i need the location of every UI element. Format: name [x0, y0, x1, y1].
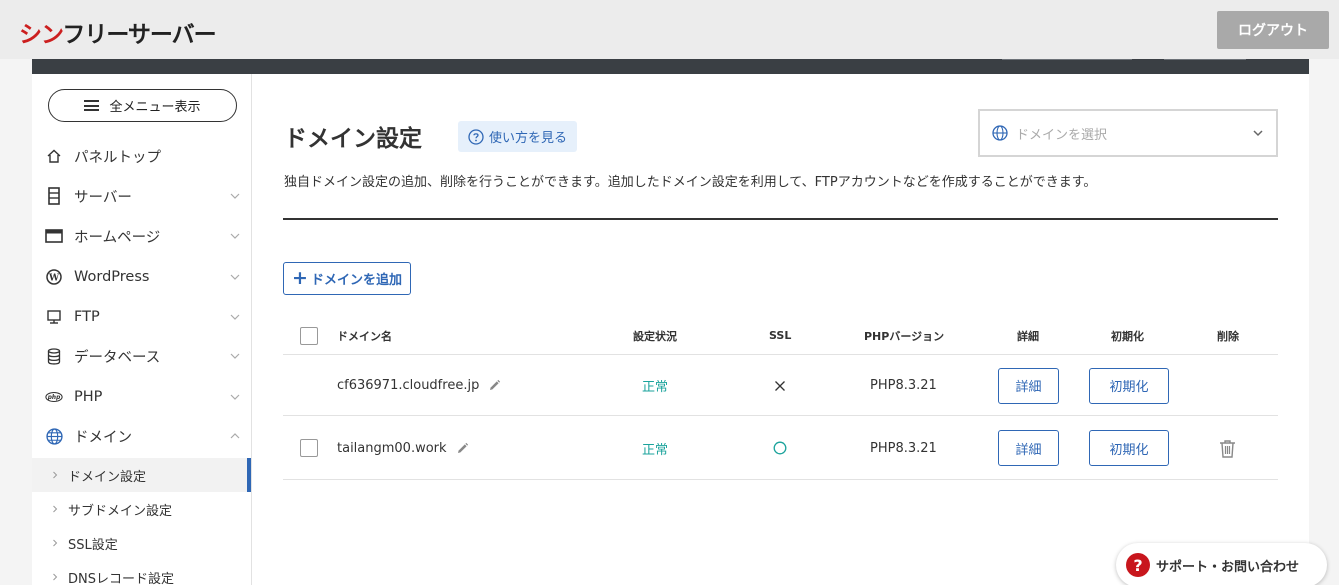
chevron-down-icon — [230, 274, 240, 280]
home-icon — [45, 147, 63, 165]
table-row: cf636971.cloudfree.jp 正常 PHP8.3.21 詳細 初期… — [283, 356, 1278, 416]
detail-button[interactable]: 詳細 — [998, 430, 1059, 466]
svg-text:W: W — [48, 274, 60, 284]
page-description: 独自ドメイン設定の追加、削除を行うことができます。追加したドメイン設定を利用して… — [284, 175, 1097, 190]
column-header-domain: ドメイン名 — [337, 329, 392, 343]
column-header-php: PHPバージョン — [864, 329, 945, 343]
server-icon — [45, 187, 63, 205]
domain-select[interactable]: ドメインを選択 — [978, 109, 1278, 157]
add-domain-button[interactable]: + ドメインを追加 — [283, 262, 411, 295]
initialize-button[interactable]: 初期化 — [1089, 367, 1169, 404]
browser-icon — [45, 227, 63, 245]
sidebar-item-panel-top[interactable]: パネルトップ — [32, 138, 251, 174]
column-header-ssl: SSL — [769, 329, 792, 342]
table-header: ドメイン名 設定状況 SSL PHPバージョン 詳細 初期化 削除 — [283, 317, 1278, 355]
wordpress-icon: W — [45, 268, 63, 286]
trash-icon[interactable] — [1219, 439, 1236, 458]
domain-name: cf636971.cloudfree.jp — [337, 378, 480, 393]
globe-icon — [45, 427, 63, 445]
database-icon — [45, 347, 63, 365]
edit-pencil-icon[interactable] — [456, 442, 469, 455]
page-title: ドメイン設定 — [284, 126, 422, 152]
php-version: PHP8.3.21 — [870, 440, 937, 456]
chevron-down-icon — [1253, 130, 1263, 137]
sidebar: 全メニュー表示 パネルトップ サーバー ホームページ W WordPress F… — [32, 74, 252, 585]
sidebar-item-server[interactable]: サーバー — [32, 178, 251, 214]
all-menu-button[interactable]: 全メニュー表示 — [48, 89, 237, 122]
table-row: tailangm00.work 正常 PHP8.3.21 詳細 初期化 — [283, 417, 1278, 480]
sidebar-subitem-dns-record-settings[interactable]: DNSレコード設定 — [32, 560, 251, 585]
chevron-right-icon — [53, 471, 58, 479]
initialize-button[interactable]: 初期化 — [1089, 430, 1169, 466]
column-header-init: 初期化 — [1111, 329, 1144, 343]
monitor-icon — [45, 308, 63, 326]
chevron-down-icon — [230, 353, 240, 359]
svg-text:php: php — [47, 395, 61, 401]
help-circle-icon — [468, 128, 484, 145]
chevron-up-icon — [230, 433, 240, 439]
sidebar-item-php[interactable]: php PHP — [32, 379, 251, 415]
select-all-checkbox[interactable] — [300, 326, 318, 345]
hamburger-icon — [84, 100, 100, 111]
panel-topbar — [32, 59, 1309, 74]
domain-name: tailangm00.work — [337, 440, 447, 456]
ssl-off-icon — [775, 380, 785, 391]
sidebar-subitem-ssl-settings[interactable]: SSL設定 — [32, 526, 251, 560]
column-header-status: 設定状況 — [633, 329, 677, 343]
plus-icon: + — [292, 267, 308, 289]
php-icon: php — [45, 388, 63, 406]
status-text: 正常 — [642, 442, 669, 458]
chevron-right-icon — [53, 539, 58, 547]
status-text: 正常 — [642, 380, 669, 395]
edit-pencil-icon[interactable] — [488, 379, 501, 392]
ssl-on-icon — [773, 441, 787, 455]
chevron-right-icon — [53, 573, 58, 581]
domain-select-placeholder: ドメインを選択 — [1016, 127, 1108, 143]
sidebar-item-wordpress[interactable]: W WordPress — [32, 259, 251, 295]
logo[interactable]: シンフリーサーバー — [19, 15, 217, 49]
chevron-right-icon — [53, 505, 58, 513]
divider — [283, 218, 1278, 220]
detail-button[interactable]: 詳細 — [998, 367, 1059, 404]
sidebar-item-domain[interactable]: ドメイン — [32, 418, 251, 454]
php-version: PHP8.3.21 — [870, 378, 937, 393]
content-panel: 全メニュー表示 パネルトップ サーバー ホームページ W WordPress F… — [32, 59, 1309, 585]
how-to-use-link[interactable]: 使い方を見る — [458, 121, 578, 152]
sidebar-subitem-domain-settings[interactable]: ドメイン設定 — [32, 458, 251, 492]
sidebar-subitem-subdomain-settings[interactable]: サブドメイン設定 — [32, 492, 251, 526]
sidebar-item-database[interactable]: データベース — [32, 338, 251, 374]
support-contact-button[interactable]: ? サポート・お問い合わせ — [1116, 543, 1327, 585]
column-header-detail: 詳細 — [1017, 329, 1039, 343]
chevron-down-icon — [230, 314, 240, 320]
chevron-down-icon — [230, 193, 240, 199]
column-header-delete: 削除 — [1217, 329, 1239, 343]
chevron-down-icon — [230, 394, 240, 400]
question-icon: ? — [1126, 553, 1150, 577]
app-header: シンフリーサーバー ログアウト — [0, 0, 1339, 59]
row-checkbox[interactable] — [300, 439, 318, 457]
globe-icon — [992, 125, 1008, 141]
logout-button[interactable]: ログアウト — [1217, 11, 1329, 49]
sidebar-item-ftp[interactable]: FTP — [32, 299, 251, 335]
sidebar-item-homepage[interactable]: ホームページ — [32, 218, 251, 254]
chevron-down-icon — [230, 233, 240, 239]
